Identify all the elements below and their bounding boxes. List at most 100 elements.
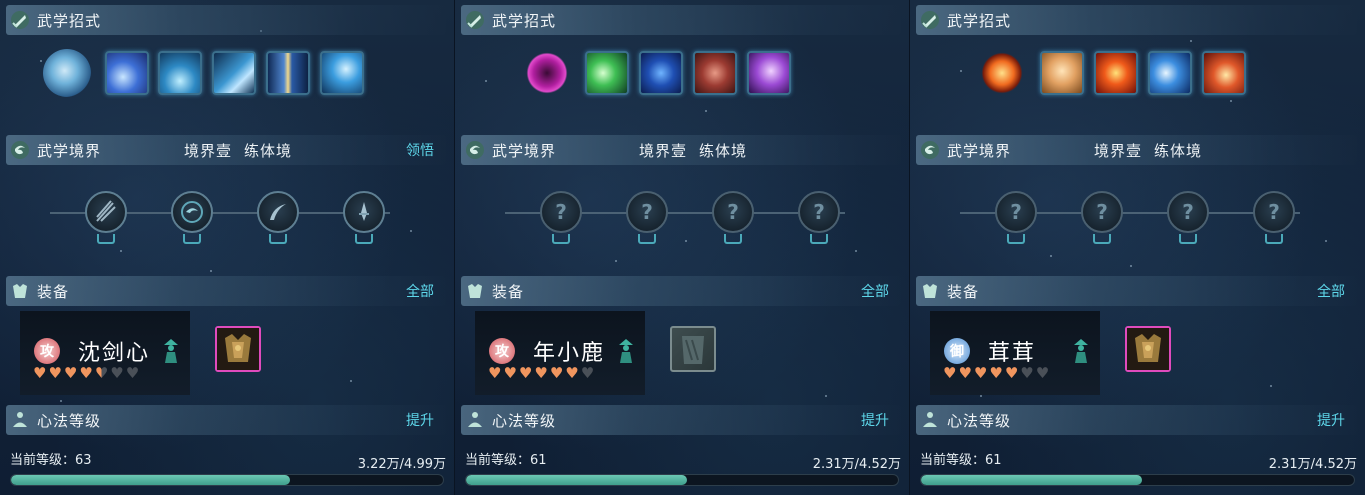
equip-all-link[interactable]: 全部: [861, 281, 889, 301]
equip-header-title: 装备: [37, 282, 70, 301]
equip-header-title: 装备: [947, 282, 980, 301]
green-burst-skill-icon[interactable]: [585, 51, 629, 95]
equip-header: 装备 全部: [461, 276, 901, 306]
attack-badge: 攻: [489, 338, 515, 364]
realm-stage: 境界壹: [1094, 141, 1143, 160]
realm-node-tab: [724, 234, 742, 244]
realm-node-tab: [810, 234, 828, 244]
realm-header-title: 武学境界: [947, 141, 1012, 160]
armor-equip-slot[interactable]: [215, 326, 261, 372]
empty-equip-slot[interactable]: [670, 326, 716, 372]
hero-card[interactable]: 御 茸茸 ♥ ♥ ♥ ♥ ♥ ♥ ♥: [930, 311, 1100, 395]
level-progress-bar: [920, 474, 1355, 486]
realm-node-locked[interactable]: ?: [540, 191, 582, 244]
armor-icon: [464, 280, 486, 302]
red-thorns-skill-icon[interactable]: [693, 51, 737, 95]
locked-question-icon: ?: [1268, 200, 1280, 224]
level-exp-value: 3.22万/4.99万: [357, 457, 446, 472]
crescent-moon-skill-icon[interactable]: [1148, 51, 1192, 95]
dagger-icon: [359, 202, 369, 221]
realm-node-locked[interactable]: ?: [712, 191, 754, 244]
heart-icon: ♥: [33, 364, 47, 382]
level-progress-bar: [10, 474, 444, 486]
heart-icon: ♥: [48, 364, 62, 382]
light-pillar-skill-icon[interactable]: [266, 51, 310, 95]
realm-node-locked[interactable]: ?: [1253, 191, 1295, 244]
realm-node-blade-slash[interactable]: [257, 191, 299, 244]
level-progress-fill: [466, 475, 687, 485]
realm-node-locked[interactable]: ?: [995, 191, 1037, 244]
buddha-face-skill-icon[interactable]: [1040, 51, 1084, 95]
heart-icon: ♥: [943, 364, 957, 382]
upgrade-link[interactable]: 提升: [861, 410, 889, 430]
realm-node-locked[interactable]: ?: [798, 191, 840, 244]
attack-badge: 攻: [34, 338, 60, 364]
sword-icon: [464, 9, 486, 31]
upgrade-link[interactable]: 提升: [1317, 410, 1345, 430]
heart-rating: ♥ ♥ ♥ ♥ ♥ ♥ ♥: [33, 364, 139, 382]
hero-name: 年小鹿: [533, 341, 606, 366]
realm-stage: 境界壹: [184, 141, 233, 160]
heart-icon: ♥: [1004, 364, 1019, 382]
realm-node-tab: [269, 234, 287, 244]
realm-node-tab: [183, 234, 201, 244]
dash-strike-skill-icon[interactable]: [320, 51, 364, 95]
locked-question-icon: ?: [641, 200, 653, 224]
flame-vortex-skill-icon[interactable]: [1202, 51, 1246, 95]
scroll-placeholder-icon: [682, 336, 704, 364]
level-header-title: 心法等级: [947, 411, 1012, 430]
heart-icon: ♥: [79, 364, 93, 382]
purple-spirit-skill-icon[interactable]: [747, 51, 791, 95]
sword-icon: [9, 9, 31, 31]
skills-header: 武学招式: [461, 5, 901, 35]
heart-icon: ♥: [580, 364, 595, 382]
realm-node-sword-cluster[interactable]: [85, 191, 127, 244]
realm-node-locked[interactable]: ?: [626, 191, 668, 244]
heart-icon: ♥: [488, 364, 502, 382]
comprehend-link[interactable]: 领悟: [406, 140, 434, 160]
realm-node-tab: [552, 234, 570, 244]
sword-icon: [919, 9, 941, 31]
heart-icon: ♥: [518, 364, 533, 382]
water-orb-skill-icon[interactable]: [43, 49, 91, 97]
equip-all-link[interactable]: 全部: [406, 281, 434, 301]
equip-all-link[interactable]: 全部: [1317, 281, 1345, 301]
level-progress-bar: [465, 474, 899, 486]
heart-icon: ♥: [1035, 364, 1050, 382]
pink-rune-skill-icon[interactable]: [523, 49, 571, 97]
realm-node-locked[interactable]: ?: [1081, 191, 1123, 244]
blue-waves-skill-icon[interactable]: [639, 51, 683, 95]
realm-node-locked[interactable]: ?: [1167, 191, 1209, 244]
armor-equip-slot[interactable]: [1125, 326, 1171, 372]
hero-name: 沈剑心: [78, 341, 151, 366]
heart-icon: ♥: [110, 364, 124, 382]
realm-node-tab: [355, 234, 373, 244]
fire-figure-skill-icon[interactable]: [978, 49, 1026, 97]
whirlwind-skill-icon[interactable]: [158, 51, 202, 95]
locked-question-icon: ?: [813, 200, 825, 224]
heart-rating: ♥ ♥ ♥ ♥ ♥ ♥ ♥: [488, 364, 594, 382]
hero-card[interactable]: 攻 沈剑心 ♥ ♥ ♥ ♥ ♥ ♥ ♥: [20, 311, 190, 395]
blue-slash-skill-icon[interactable]: [105, 51, 149, 95]
heart-icon: ♥: [958, 364, 972, 382]
skills-header: 武学招式: [6, 5, 446, 35]
hero-card[interactable]: 攻 年小鹿 ♥ ♥ ♥ ♥ ♥ ♥ ♥: [475, 311, 645, 395]
locked-question-icon: ?: [555, 200, 567, 224]
heart-icon: ♥: [125, 364, 140, 382]
level-progress-fill: [11, 475, 290, 485]
level-exp-value: 2.31万/4.52万: [812, 457, 901, 472]
heart-icon: ♥: [63, 364, 78, 382]
ice-sweep-skill-icon[interactable]: [212, 51, 256, 95]
realm-node-dagger[interactable]: [343, 191, 385, 244]
heart-icon: ♥: [989, 364, 1003, 382]
swirl-icon: [9, 139, 31, 161]
heart-icon: ♥: [549, 364, 564, 382]
fire-blast-skill-icon[interactable]: [1094, 51, 1138, 95]
current-level-label: 当前等级：61: [920, 453, 1002, 468]
level-header-title: 心法等级: [492, 411, 557, 430]
realm-node-tab: [97, 234, 115, 244]
realm-node-swirl-disc[interactable]: [171, 191, 213, 244]
realm-node-tab: [1093, 234, 1111, 244]
skill-icons: [0, 48, 454, 104]
upgrade-link[interactable]: 提升: [406, 410, 434, 430]
